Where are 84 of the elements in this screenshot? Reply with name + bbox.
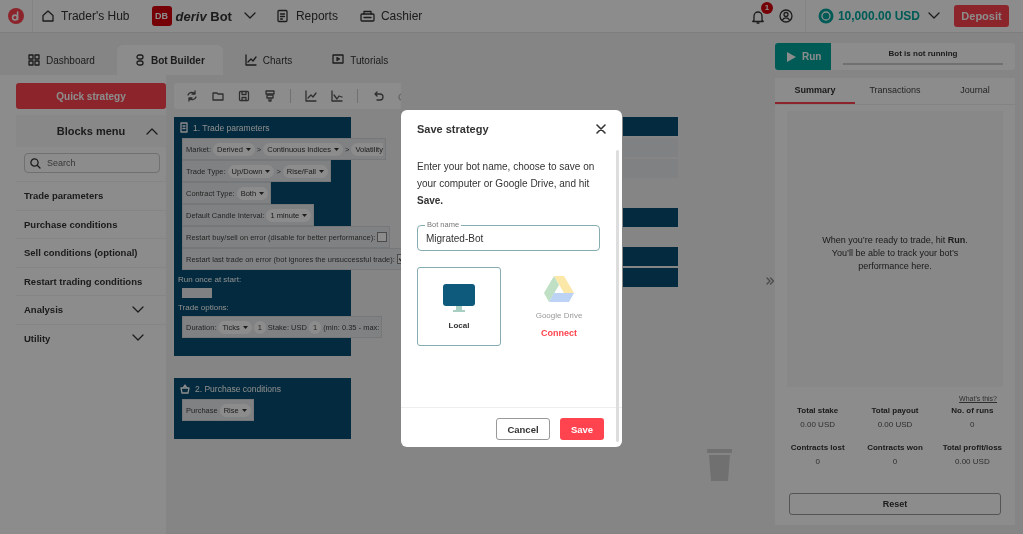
close-icon <box>596 124 606 134</box>
puzzle-icon <box>134 54 145 66</box>
traders-hub-link[interactable]: Trader's Hub <box>41 9 130 23</box>
app-name: deriv Bot <box>175 8 232 24</box>
save-button[interactable]: Save <box>560 418 604 440</box>
caret-icon <box>265 169 271 173</box>
save-location-option[interactable]: Local <box>417 267 501 346</box>
stat-label: Contracts won <box>866 443 924 452</box>
chart-icon[interactable] <box>305 90 317 102</box>
undo-icon[interactable] <box>372 90 384 102</box>
caret-icon <box>334 147 340 151</box>
checkbox[interactable] <box>377 232 388 242</box>
stat-value: 0 <box>891 457 899 466</box>
stat-value: 0 <box>969 420 976 429</box>
empty-state-message: When you’re ready to trade, hit Run. You’ll be able to track your bot’s performance here. <box>821 233 969 273</box>
stat-value: 0.00 USD <box>799 420 836 429</box>
bot-status: Bot is not running <box>888 48 958 58</box>
notification-count: 1 <box>760 1 773 14</box>
tutorial-icon <box>332 54 345 66</box>
basket-icon <box>180 383 190 394</box>
page-tab[interactable]: Charts <box>226 45 311 75</box>
save-location-option[interactable]: Google Drive Connect <box>517 267 601 346</box>
dropdown-caret-icon <box>928 12 940 20</box>
blocks-menu-header[interactable]: Blocks menu <box>16 115 166 147</box>
page-tab[interactable]: Bot Builder <box>116 45 223 75</box>
coin-icon <box>817 8 834 24</box>
bell-icon <box>750 8 765 24</box>
monitor-icon <box>442 283 476 313</box>
sort-icon[interactable] <box>264 90 276 102</box>
caret-icon <box>245 147 251 151</box>
chart-icon[interactable] <box>331 90 343 102</box>
play-icon <box>787 51 796 62</box>
caret-icon <box>259 191 265 195</box>
list-icon <box>180 122 188 133</box>
panel-tab[interactable]: Transactions <box>855 78 935 104</box>
stat-label: Contracts lost <box>789 443 846 452</box>
stat-label: Total payout <box>870 406 920 415</box>
account-icon <box>778 9 793 23</box>
home-icon <box>41 9 55 23</box>
account-balance: 10,000.00 USD <box>837 9 920 23</box>
reset-button[interactable]: Reset <box>789 493 1001 515</box>
caret-icon <box>302 213 308 217</box>
dialog-title: Save strategy <box>417 123 489 135</box>
panel-tab[interactable]: Summary <box>775 78 855 104</box>
stat-value: 0.00 USD <box>876 420 914 429</box>
drive-icon <box>543 275 575 303</box>
empty-statement-slot <box>182 288 212 298</box>
panel-tab[interactable]: Journal <box>935 78 1015 104</box>
logo-icon <box>8 8 24 24</box>
nav-link[interactable]: Reports <box>275 9 338 23</box>
report-icon <box>275 9 290 23</box>
caret-icon <box>241 408 247 412</box>
dashboard-icon <box>28 54 40 66</box>
nav-link[interactable]: Cashier <box>359 9 423 23</box>
chevron-down-icon <box>132 305 144 314</box>
close-button[interactable] <box>596 124 606 134</box>
stat-label: Total profit/loss <box>941 443 1004 452</box>
page-tab[interactable]: Tutorials <box>314 45 407 75</box>
search-icon <box>30 158 41 169</box>
block-title: 1. Trade parameters <box>193 122 270 133</box>
chevron-up-icon <box>146 127 158 135</box>
page-tab[interactable]: Dashboard <box>10 45 113 75</box>
block-section-label: Trade options: <box>178 302 229 312</box>
quick-strategy-button[interactable]: Quick strategy <box>16 83 166 109</box>
save-icon[interactable] <box>238 90 250 102</box>
cancel-button[interactable]: Cancel <box>496 418 550 440</box>
caret-icon <box>242 325 248 329</box>
chart-icon <box>244 54 257 66</box>
block-section-label: Run once at start: <box>178 274 242 284</box>
reset-icon[interactable] <box>186 90 198 102</box>
stat-value: 0.00 USD <box>954 457 991 466</box>
folder-icon[interactable] <box>212 90 224 102</box>
dropdown-caret-icon <box>243 12 256 20</box>
stat-label: Total stake <box>796 406 840 415</box>
cashier-icon <box>359 9 375 23</box>
dialog-instructions: Enter your bot name, choose to save on your computer or Google Drive, and hit Save. <box>417 160 596 208</box>
block-title: 2. Purchase conditions <box>195 383 281 394</box>
app-badge: DB <box>151 6 172 26</box>
stat-value: 0 <box>814 457 821 466</box>
double-chevron-right-icon <box>766 276 774 285</box>
chevron-down-icon <box>132 334 144 343</box>
search-field[interactable]: Search <box>24 153 160 173</box>
caret-icon <box>319 169 325 173</box>
stat-label: No. of runs <box>950 406 995 415</box>
